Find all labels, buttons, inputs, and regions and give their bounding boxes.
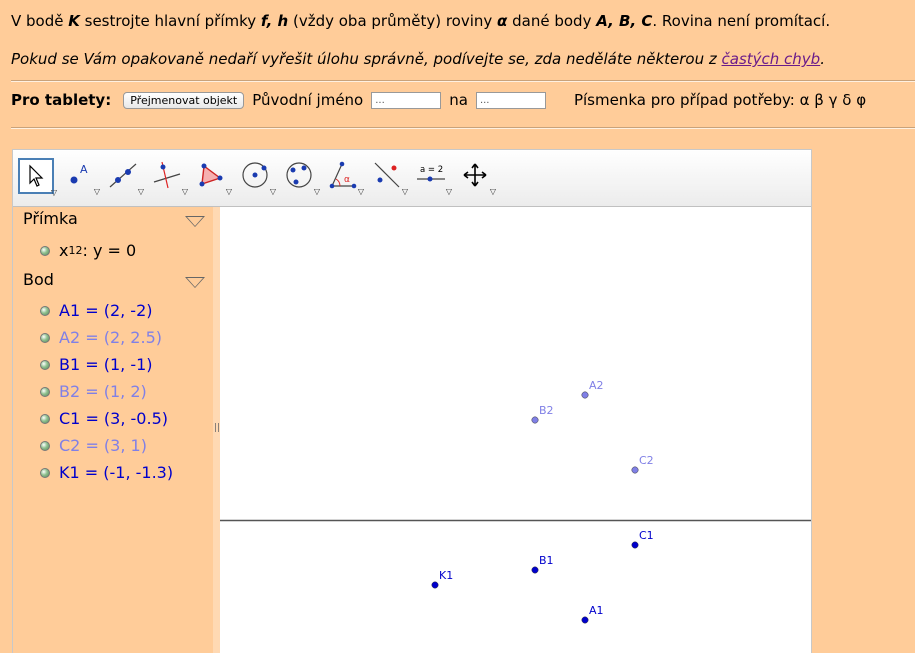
helper-letters: Písmenka pro případ potřeby: α β γ δ φ bbox=[573, 91, 867, 109]
algebra-item-b2[interactable]: B2 = (1, 2) bbox=[40, 382, 147, 401]
rename-object-button[interactable]: Přejmenovat objekt bbox=[123, 91, 245, 109]
geogebra-applet: ▽ A ▽ ▽ ▽ ▽ ▽ ▽ α ▽ ▽ a = 2 ▽ ▽ Přímka x… bbox=[12, 149, 812, 653]
visibility-toggle-icon[interactable] bbox=[40, 332, 50, 343]
collapse-point-category-icon[interactable] bbox=[185, 277, 205, 288]
reflect-line-icon bbox=[374, 162, 400, 188]
circle-center-icon bbox=[242, 162, 268, 188]
point-label-b1: B1 bbox=[539, 554, 554, 567]
point-label-a1: A1 bbox=[589, 604, 604, 617]
slider-icon: a = 2 bbox=[417, 165, 445, 182]
graphics-canvas[interactable]: A2 B2 C2 C1 B1 K1 A1 bbox=[220, 207, 811, 653]
circle-three-points-icon bbox=[286, 162, 312, 188]
svg-text:A: A bbox=[80, 163, 88, 176]
algebra-item-c2[interactable]: C2 = (3, 1) bbox=[40, 436, 147, 455]
point-label-c1: C1 bbox=[639, 529, 654, 542]
visibility-toggle-icon[interactable] bbox=[40, 413, 50, 424]
svg-text:α: α bbox=[344, 175, 350, 185]
point-label-b2: B2 bbox=[539, 404, 554, 417]
circle-center-tool-button[interactable]: ▽ bbox=[239, 159, 276, 196]
line-icon bbox=[109, 163, 137, 188]
perpendicular-tool-button[interactable]: ▽ bbox=[151, 159, 188, 196]
visibility-toggle-icon[interactable] bbox=[40, 245, 50, 256]
divider-top bbox=[11, 80, 915, 82]
point-b2[interactable] bbox=[531, 416, 539, 424]
perpendicular-line-icon bbox=[153, 161, 181, 189]
algebra-item-x12[interactable]: x 12: y = 0 bbox=[40, 241, 136, 260]
category-line: Přímka bbox=[23, 209, 78, 228]
visibility-toggle-icon[interactable] bbox=[40, 440, 50, 451]
algebra-item-c1[interactable]: C1 = (3, -0.5) bbox=[40, 409, 168, 428]
point-label-a2: A2 bbox=[589, 379, 604, 392]
slider-icon-label: a = 2 bbox=[420, 165, 443, 175]
point-c1[interactable] bbox=[631, 541, 639, 549]
tablet-bar: Pro tablety: Přejmenovat objekt Původní … bbox=[11, 91, 866, 109]
polygon-tool-button[interactable]: ▽ bbox=[195, 159, 232, 196]
hint-text: Pokud se Vám opakovaně nedaří vyřešit úl… bbox=[11, 50, 825, 68]
original-name-input[interactable] bbox=[371, 91, 442, 109]
move-graphics-tool-button[interactable]: ▽ bbox=[459, 159, 496, 196]
cursor-arrow-icon bbox=[29, 164, 44, 187]
point-tool-button[interactable]: A ▽ bbox=[63, 159, 100, 196]
circle-three-points-tool-button[interactable]: ▽ bbox=[283, 159, 320, 196]
point-k1[interactable] bbox=[431, 581, 439, 589]
graphics-view[interactable]: A2 B2 C2 C1 B1 K1 A1 bbox=[220, 207, 811, 653]
point-c2[interactable] bbox=[631, 466, 639, 474]
algebra-item-k1[interactable]: K1 = (-1, -1.3) bbox=[40, 463, 173, 482]
visibility-toggle-icon[interactable] bbox=[40, 386, 50, 397]
new-name-input[interactable] bbox=[475, 91, 546, 109]
toolbar: ▽ A ▽ ▽ ▽ ▽ ▽ ▽ α ▽ ▽ a = 2 ▽ ▽ bbox=[13, 150, 811, 207]
reflect-tool-button[interactable]: ▽ bbox=[371, 159, 408, 196]
point-a2[interactable] bbox=[581, 391, 589, 399]
original-name-label: Původní jméno bbox=[252, 91, 364, 109]
visibility-toggle-icon[interactable] bbox=[40, 467, 50, 478]
angle-tool-button[interactable]: α ▽ bbox=[327, 159, 364, 196]
point-label-k1: K1 bbox=[439, 569, 453, 582]
visibility-toggle-icon[interactable] bbox=[40, 305, 50, 316]
move-graphics-icon bbox=[463, 163, 487, 187]
point-b1[interactable] bbox=[531, 566, 539, 574]
algebra-item-b1[interactable]: B1 = (1, -1) bbox=[40, 355, 153, 374]
point-label-c2: C2 bbox=[639, 454, 654, 467]
new-name-label: na bbox=[449, 91, 468, 109]
point-a1[interactable] bbox=[581, 616, 589, 624]
line-tool-button[interactable]: ▽ bbox=[107, 159, 144, 196]
task-text: V bodě K sestrojte hlavní přímky f, h (v… bbox=[11, 12, 831, 30]
algebra-item-a2[interactable]: A2 = (2, 2.5) bbox=[40, 328, 162, 347]
point-icon: A bbox=[70, 163, 88, 184]
common-mistakes-link[interactable]: častých chyb bbox=[722, 50, 821, 68]
angle-icon: α bbox=[329, 161, 357, 189]
category-point: Bod bbox=[23, 270, 54, 289]
tablet-label: Pro tablety: bbox=[11, 91, 112, 109]
divider-bottom bbox=[11, 127, 915, 129]
view-splitter[interactable]: || bbox=[213, 207, 220, 653]
visibility-toggle-icon[interactable] bbox=[40, 359, 50, 370]
move-tool-button[interactable]: ▽ bbox=[18, 158, 57, 197]
algebra-item-a1[interactable]: A1 = (2, -2) bbox=[40, 301, 153, 320]
polygon-icon bbox=[199, 163, 223, 187]
algebra-view: Přímka x 12: y = 0 Bod A1 = (2, -2) A2 = … bbox=[13, 207, 213, 653]
collapse-line-category-icon[interactable] bbox=[185, 216, 205, 227]
slider-tool-button[interactable]: a = 2 ▽ bbox=[415, 159, 452, 196]
